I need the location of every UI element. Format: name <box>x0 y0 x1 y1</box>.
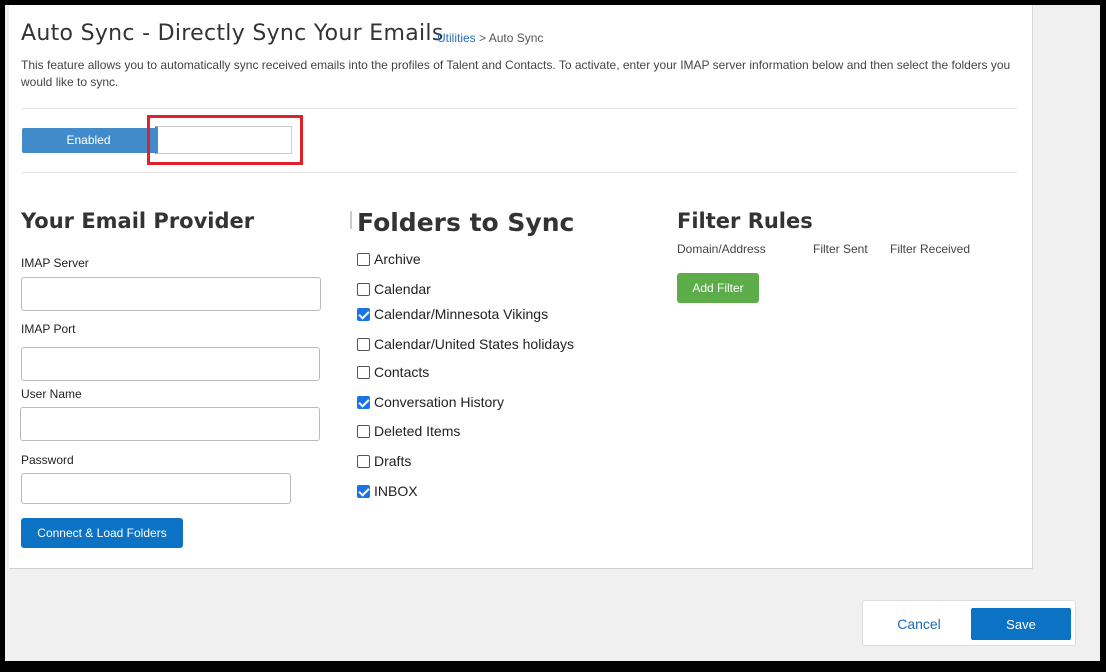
column-divider <box>350 211 352 229</box>
folder-item-deleted-items[interactable]: Deleted Items <box>357 422 460 440</box>
checkbox[interactable] <box>357 307 370 321</box>
user-name-input[interactable] <box>20 407 320 441</box>
folders-heading: Folders to Sync <box>357 208 575 237</box>
checkbox[interactable] <box>357 395 370 409</box>
user-name-label: User Name <box>21 387 82 401</box>
folder-label: Drafts <box>374 453 412 469</box>
folder-item-archive[interactable]: Archive <box>357 250 421 268</box>
folder-item-contacts[interactable]: Contacts <box>357 363 429 381</box>
checkbox[interactable] <box>357 365 370 379</box>
page-description: This feature allows you to automatically… <box>21 58 1011 89</box>
folder-item-calendar[interactable]: Calendar <box>357 280 431 298</box>
password-input[interactable] <box>21 473 291 504</box>
filter-rules-heading: Filter Rules <box>677 209 813 233</box>
checkbox[interactable] <box>357 424 370 438</box>
breadcrumb: Utilities > Auto Sync <box>437 31 543 45</box>
folder-label: Archive <box>374 251 421 267</box>
connect-load-folders-button[interactable]: Connect & Load Folders <box>21 518 183 548</box>
imap-port-input[interactable] <box>21 347 320 381</box>
save-button[interactable]: Save <box>971 608 1071 640</box>
breadcrumb-separator: > <box>475 31 489 45</box>
cancel-button[interactable]: Cancel <box>873 608 965 640</box>
page-title: Auto Sync - Directly Sync Your Emails <box>21 21 444 46</box>
divider <box>21 108 1017 109</box>
folder-label: Calendar <box>374 281 431 297</box>
checkbox[interactable] <box>357 454 370 468</box>
imap-server-label: IMAP Server <box>21 256 89 270</box>
breadcrumb-utilities-link[interactable]: Utilities <box>437 31 476 45</box>
add-filter-button[interactable]: Add Filter <box>677 273 759 303</box>
footer-actions: Cancel Save <box>862 600 1076 646</box>
imap-port-label: IMAP Port <box>21 322 76 336</box>
password-label: Password <box>21 453 74 467</box>
checkbox[interactable] <box>357 484 370 498</box>
folder-label: Conversation History <box>374 394 504 410</box>
filter-column-domain: Domain/Address <box>677 242 766 256</box>
folder-label: INBOX <box>374 483 418 499</box>
folder-label: Deleted Items <box>374 423 461 439</box>
breadcrumb-current: Auto Sync <box>488 31 544 45</box>
divider <box>21 172 1017 173</box>
folder-label: Calendar/Minnesota Vikings <box>374 306 549 322</box>
filter-column-received: Filter Received <box>890 242 971 256</box>
filter-column-sent: Filter Sent <box>813 242 868 256</box>
folder-item-conversation-history[interactable]: Conversation History <box>357 393 504 411</box>
folder-item-calendar-us-holidays[interactable]: Calendar/United States holidays <box>357 335 574 353</box>
folder-item-drafts[interactable]: Drafts <box>357 452 411 470</box>
checkbox[interactable] <box>357 282 370 296</box>
folder-item-calendar-minnesota-vikings[interactable]: Calendar/Minnesota Vikings <box>357 305 548 323</box>
imap-server-input[interactable] <box>21 277 321 311</box>
enabled-toggle-on[interactable]: Enabled <box>22 128 155 153</box>
checkbox[interactable] <box>357 337 370 351</box>
folder-label: Contacts <box>374 364 430 380</box>
email-provider-heading: Your Email Provider <box>21 209 255 233</box>
checkbox[interactable] <box>357 252 370 266</box>
auto-sync-card: Auto Sync - Directly Sync Your Emails Ut… <box>9 5 1033 569</box>
folder-label: Calendar/United States holidays <box>374 336 575 352</box>
folder-item-inbox[interactable]: INBOX <box>357 482 418 500</box>
app-frame: Auto Sync - Directly Sync Your Emails Ut… <box>5 5 1100 661</box>
highlight-box <box>147 115 303 165</box>
